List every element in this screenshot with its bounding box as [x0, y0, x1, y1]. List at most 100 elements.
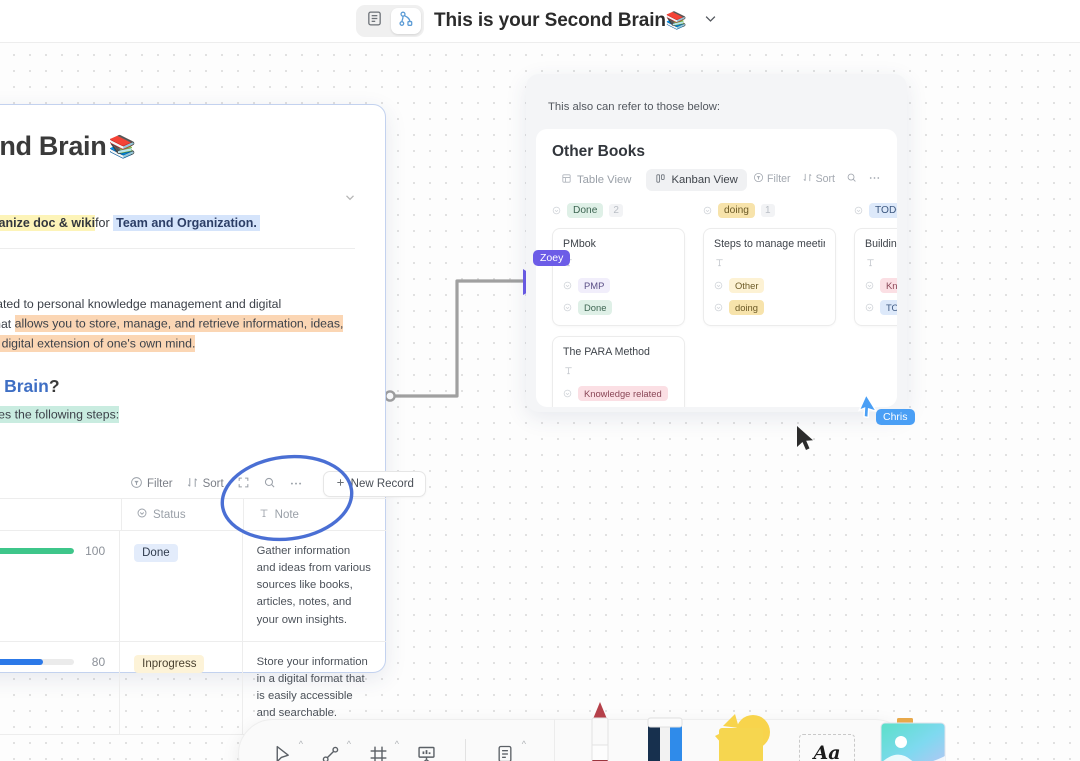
- section-2-heading-text: Second Brain: [0, 376, 49, 397]
- chevron-up-icon: ^: [298, 739, 303, 749]
- kanban-card-tag-row: Done: [563, 300, 674, 315]
- cursor-arrow-icon: [276, 745, 289, 761]
- expand-button[interactable]: [237, 476, 250, 492]
- section-1-heading: Brain?: [0, 266, 355, 287]
- collaborator-name-badge: Zoey: [533, 250, 571, 266]
- infinite-canvas[interactable]: Second Brain📚 te and Organize doc & wiki…: [0, 43, 1080, 761]
- shapes-tool[interactable]: [709, 710, 777, 761]
- table-row[interactable]: 100 Done Gather information and ideas fr…: [0, 531, 386, 642]
- eraser-tool[interactable]: [643, 710, 687, 761]
- note-doc-tool[interactable]: ^: [488, 737, 526, 761]
- kanban-filter-label: Filter: [767, 173, 791, 185]
- section-2-heading: Second Brain?: [0, 376, 355, 397]
- table-header-status[interactable]: Status: [122, 499, 244, 530]
- presentation-icon: [417, 746, 435, 761]
- document-mode-button[interactable]: [359, 8, 389, 34]
- select-icon: [136, 507, 148, 522]
- kanban-column: Done 2 PMbok PMP Done The PARA Method Knowledg…: [552, 203, 685, 407]
- select-icon: [854, 206, 863, 215]
- kanban-column-header[interactable]: doing 1: [703, 203, 836, 218]
- kanban-card-item[interactable]: Building a second bra Knowledge related TO…: [854, 228, 897, 326]
- kanban-card-tag-row: PMP: [563, 278, 674, 293]
- sort-icon: [802, 172, 813, 186]
- kanban-card-item[interactable]: Steps to manage meetings Other doing: [703, 228, 836, 326]
- kanban-card-title: Building a second bra: [865, 238, 897, 250]
- select-icon: [703, 206, 712, 215]
- tab-table-view[interactable]: Table View: [552, 169, 640, 191]
- kanban-search-button[interactable]: [846, 172, 857, 186]
- text-icon: [563, 365, 674, 379]
- kanban-column-header[interactable]: TODO1: [854, 203, 897, 218]
- kanban-sort-button[interactable]: Sort: [802, 172, 835, 186]
- filter-button[interactable]: Filter: [130, 476, 173, 492]
- kanban-column-header[interactable]: Done 2: [552, 203, 685, 218]
- kanban-column-count: 2: [609, 204, 623, 217]
- kanban-toolbar: Filter Sort: [753, 171, 881, 187]
- mouse-pointer-icon: [797, 426, 813, 450]
- filter-label: Filter: [147, 478, 173, 490]
- document-icon: [366, 10, 383, 32]
- table-header-progress[interactable]: Progress: [0, 499, 122, 530]
- presentation-tool[interactable]: [409, 737, 443, 761]
- title-dropdown-button[interactable]: [697, 7, 724, 35]
- tab-kanban-view[interactable]: Kanban View: [646, 169, 747, 191]
- frame-tool[interactable]: ^: [361, 737, 399, 761]
- cell-status[interactable]: Done: [120, 531, 243, 641]
- more-button[interactable]: [289, 476, 303, 493]
- filter-icon: [130, 476, 143, 492]
- plus-icon: [335, 477, 346, 491]
- new-record-button[interactable]: New Record: [322, 471, 426, 497]
- kanban-column-name: doing: [718, 203, 755, 218]
- kanban-view-tabs: Table View Kanban View Filter Sort: [552, 169, 881, 191]
- kanban-card-item[interactable]: PMbok PMP Done: [552, 228, 685, 326]
- select-cursor-tool[interactable]: ^: [265, 737, 303, 761]
- document-icon: [498, 745, 512, 761]
- kanban-title: Other Books: [552, 143, 646, 160]
- pen-tool[interactable]: [579, 700, 621, 761]
- section-1-line-2-highlight: allows you to store, manage, and retriev…: [14, 315, 344, 333]
- kanban-card-tag-row: Knowledge related: [865, 278, 897, 293]
- kanban-card-tag: TODO: [880, 300, 897, 315]
- select-icon: [563, 389, 572, 398]
- canvas-mode-button[interactable]: [391, 8, 422, 34]
- image-tool[interactable]: [877, 716, 951, 761]
- more-horizontal-icon: [289, 476, 303, 493]
- document-collapse-button[interactable]: [343, 190, 357, 209]
- cell-progress[interactable]: 80: [0, 641, 121, 735]
- books-emoji: 📚: [665, 11, 687, 30]
- kanban-filter-button[interactable]: Filter: [753, 172, 791, 186]
- books-emoji: 📚: [108, 133, 136, 159]
- kanban-column: doing 1 Steps to manage meetings Other doing: [703, 203, 836, 407]
- subtitle-blue-highlight: Team and Organization.: [113, 215, 260, 231]
- kanban-card-tag: Done: [578, 300, 613, 315]
- kanban-card-title: PMbok: [563, 238, 596, 250]
- kanban-card[interactable]: This also can refer to those below: Othe…: [526, 74, 907, 412]
- toolbar-separator: [465, 739, 466, 761]
- kanban-more-button[interactable]: [868, 171, 881, 187]
- bottom-toolbar: ^ ^ ^ ^ Aa: [238, 702, 946, 761]
- kanban-card-item[interactable]: The PARA MethodKnowledge relatedDone: [552, 336, 685, 407]
- progress-bar: [0, 658, 75, 665]
- kanban-card-tag-row: TODO: [865, 300, 897, 315]
- text-tool[interactable]: Aa: [799, 734, 855, 761]
- status-badge: Done: [134, 544, 178, 562]
- cell-note[interactable]: Gather information and ideas from variou…: [243, 531, 386, 641]
- search-button[interactable]: [263, 476, 276, 492]
- line-connector-icon: [322, 746, 338, 761]
- kanban-card-tag: doing: [729, 300, 764, 315]
- sort-label: Sort: [202, 478, 224, 490]
- table-header-note[interactable]: Note: [244, 499, 386, 530]
- text-icon: [714, 257, 825, 271]
- progress-bar-fill: [0, 658, 44, 665]
- sort-button[interactable]: Sort: [186, 476, 224, 492]
- tab-table-view-label: Table View: [577, 174, 632, 186]
- cell-progress[interactable]: 100: [0, 531, 121, 641]
- section-1-line-3-highlight: much like a digital extension of one's o…: [0, 335, 196, 353]
- cell-status[interactable]: Inprogress: [120, 641, 243, 735]
- page-title-text: This is your Second Brain: [434, 10, 666, 31]
- kanban-card-tag-row: Other: [714, 278, 825, 293]
- connector-line-tool[interactable]: ^: [313, 737, 351, 761]
- text-icon: [565, 367, 572, 375]
- kanban-card-tag: Knowledge related: [880, 278, 897, 293]
- view-mode-switch[interactable]: [356, 5, 425, 37]
